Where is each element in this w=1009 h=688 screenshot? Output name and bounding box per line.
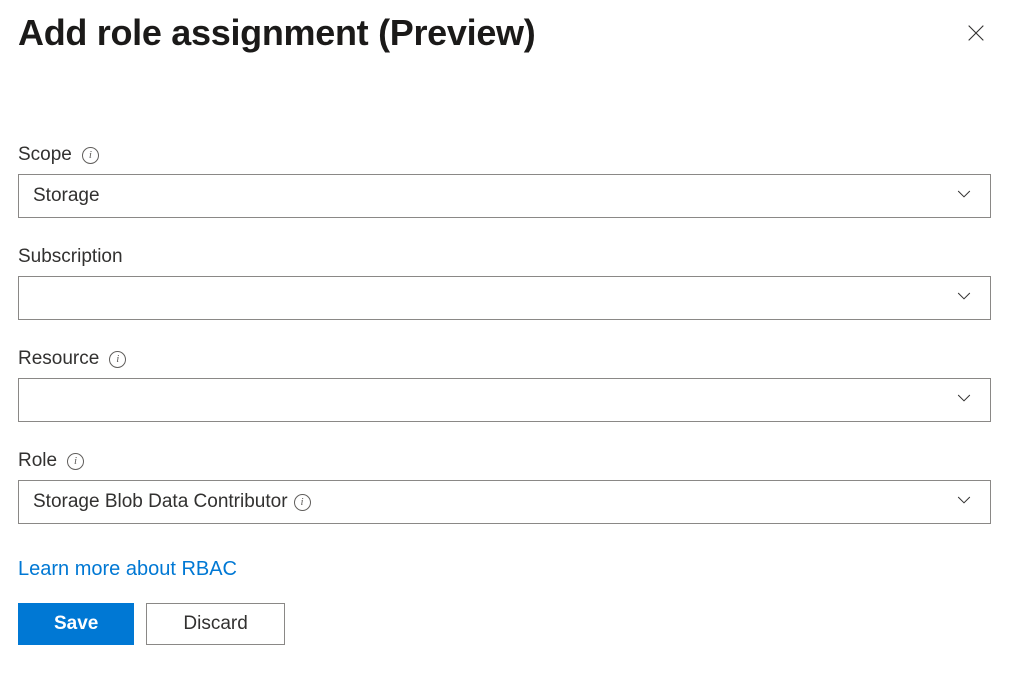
dialog-header: Add role assignment (Preview) (18, 12, 991, 54)
close-icon (965, 22, 987, 44)
learn-more-link[interactable]: Learn more about RBAC (18, 558, 237, 581)
resource-select[interactable] (18, 378, 991, 422)
field-subscription-label-row: Subscription (18, 246, 991, 268)
discard-button[interactable]: Discard (146, 603, 284, 645)
close-button[interactable] (961, 18, 991, 48)
info-icon[interactable]: i (67, 453, 84, 470)
field-scope-label: Scope (18, 144, 72, 166)
dialog-title: Add role assignment (Preview) (18, 12, 535, 54)
field-role-label: Role (18, 450, 57, 472)
field-scope-label-row: Scope i (18, 144, 991, 166)
chevron-down-icon (954, 490, 974, 515)
field-resource-label: Resource (18, 348, 99, 370)
save-button[interactable]: Save (18, 603, 134, 645)
info-icon[interactable]: i (109, 351, 126, 368)
field-resource-label-row: Resource i (18, 348, 991, 370)
scope-select-value: Storage (33, 185, 100, 207)
role-select[interactable]: Storage Blob Data Contributor i (18, 480, 991, 524)
chevron-down-icon (954, 286, 974, 311)
role-select-value: Storage Blob Data Contributor i (33, 491, 311, 513)
field-role: Role i Storage Blob Data Contributor i (18, 450, 991, 524)
info-icon[interactable]: i (82, 147, 99, 164)
role-select-value-text: Storage Blob Data Contributor (33, 491, 288, 513)
chevron-down-icon (954, 184, 974, 209)
field-scope: Scope i Storage (18, 144, 991, 218)
field-resource: Resource i (18, 348, 991, 422)
field-subscription-label: Subscription (18, 246, 123, 268)
field-subscription: Subscription (18, 246, 991, 320)
info-icon[interactable]: i (294, 494, 311, 511)
field-role-label-row: Role i (18, 450, 991, 472)
subscription-select[interactable] (18, 276, 991, 320)
chevron-down-icon (954, 388, 974, 413)
dialog-button-row: Save Discard (18, 603, 991, 645)
scope-select[interactable]: Storage (18, 174, 991, 218)
